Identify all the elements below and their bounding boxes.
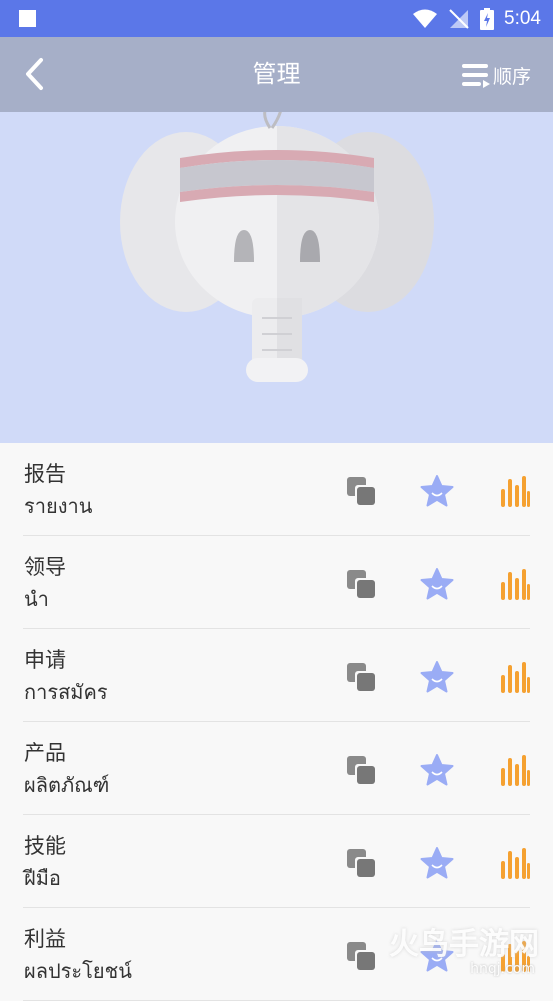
word-list: 报告 รายงาน 领导 นำ 申请 การสมัคร 产品 ผลิตภัณฑ์… (0, 443, 553, 1001)
chevron-left-icon (26, 58, 43, 90)
word-text: 技能 (24, 834, 66, 858)
back-button[interactable] (14, 54, 54, 94)
translation-text: ฝีมือ (24, 866, 61, 890)
status-icons: 5:04 (412, 0, 541, 37)
favorite-button[interactable] (417, 564, 457, 604)
list-item[interactable]: 产品 ผลิตภัณฑ์ (0, 722, 553, 815)
copy-icon (347, 477, 375, 505)
watermark: 火鸟手游网 (389, 927, 539, 962)
app-bar: 管理 顺序 (0, 37, 553, 112)
star-icon (420, 754, 454, 786)
list-item[interactable]: 申请 การสมัคร (0, 629, 553, 722)
list-item[interactable]: 领导 นำ (0, 536, 553, 629)
copy-button[interactable] (341, 471, 381, 511)
translation-text: นำ (24, 587, 49, 611)
wifi-icon (413, 9, 438, 28)
word-text: 产品 (24, 741, 66, 765)
copy-icon (347, 663, 375, 691)
no-signal-icon (449, 8, 469, 29)
audio-bars-icon (501, 569, 530, 600)
pronunciation-button[interactable] (495, 657, 535, 697)
copy-icon (347, 756, 375, 784)
sort-order-button[interactable]: 顺序 (461, 57, 531, 93)
pronunciation-button[interactable] (495, 843, 535, 883)
word-text: 报告 (24, 462, 66, 486)
favorite-button[interactable] (417, 471, 457, 511)
word-text: 申请 (24, 648, 66, 672)
audio-bars-icon (501, 476, 530, 507)
copy-button[interactable] (341, 657, 381, 697)
star-icon (420, 568, 454, 600)
copy-button[interactable] (341, 750, 381, 790)
copy-icon (347, 942, 375, 970)
status-time: 5:04 (504, 7, 541, 29)
pronunciation-button[interactable] (495, 564, 535, 604)
sort-icon (461, 64, 490, 88)
copy-button[interactable] (341, 564, 381, 604)
elephant-illustration (120, 112, 434, 382)
notification-icon (19, 10, 36, 27)
sort-order-label: 顺序 (492, 65, 531, 88)
translation-text: ผลิตภัณฑ์ (24, 773, 110, 797)
copy-button[interactable] (341, 843, 381, 883)
word-text: 领导 (24, 555, 66, 579)
copy-icon (347, 570, 375, 598)
translation-text: การสมัคร (24, 680, 108, 704)
favorite-button[interactable] (417, 750, 457, 790)
favorite-button[interactable] (417, 843, 457, 883)
star-icon (420, 661, 454, 693)
copy-button[interactable] (341, 936, 381, 976)
copy-icon (347, 849, 375, 877)
audio-bars-icon (501, 848, 530, 879)
watermark-url: hnqj.com (470, 961, 535, 977)
translation-text: รายงาน (24, 494, 93, 518)
audio-bars-icon (501, 662, 530, 693)
pronunciation-button[interactable] (495, 471, 535, 511)
favorite-button[interactable] (417, 657, 457, 697)
translation-text: ผลประโยชน์ (24, 959, 132, 983)
star-icon (420, 847, 454, 879)
battery-charging-icon (480, 7, 495, 30)
word-text: 利益 (24, 927, 66, 951)
status-bar: 5:04 (0, 0, 553, 37)
list-item[interactable]: 报告 รายงาน (0, 443, 553, 536)
audio-bars-icon (501, 755, 530, 786)
hero-banner (0, 112, 553, 443)
star-icon (420, 475, 454, 507)
list-item[interactable]: 技能 ฝีมือ (0, 815, 553, 908)
pronunciation-button[interactable] (495, 750, 535, 790)
